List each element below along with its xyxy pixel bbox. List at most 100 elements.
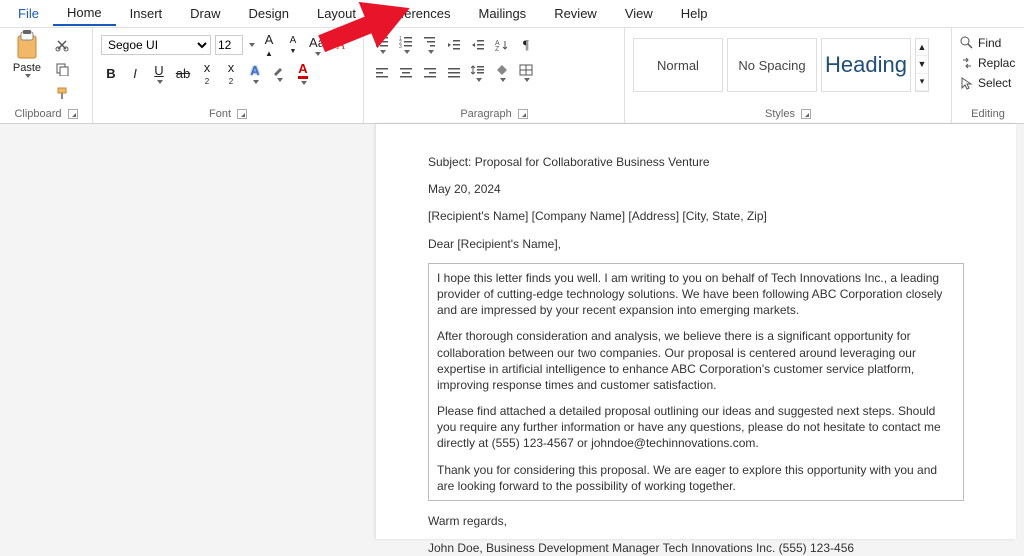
body-paragraph-4: Thank you for considering this proposal.…: [437, 462, 955, 494]
highlight-caret-icon: [277, 78, 283, 82]
styles-group-label: Styles: [765, 108, 795, 120]
find-button[interactable]: Find: [958, 34, 1003, 52]
menu-mailings[interactable]: Mailings: [465, 2, 541, 25]
menu-design[interactable]: Design: [235, 2, 303, 25]
align-left-button[interactable]: [372, 62, 392, 84]
styles-dialog-launcher-icon[interactable]: [801, 109, 811, 119]
paste-label: Paste: [13, 62, 41, 74]
signature-line: John Doe, Business Development Manager T…: [428, 540, 964, 556]
menu-home[interactable]: Home: [53, 1, 116, 26]
body-paragraph-1: I hope this letter finds you well. I am …: [437, 270, 955, 319]
underline-button[interactable]: U: [149, 62, 169, 84]
group-clipboard: Paste Clipboard: [0, 28, 92, 123]
gallery-up-icon[interactable]: ▲: [916, 39, 928, 56]
gallery-more-icon[interactable]: ▾: [916, 74, 928, 91]
increase-indent-button[interactable]: [468, 34, 488, 56]
replace-icon: [960, 56, 974, 70]
menu-file[interactable]: File: [4, 2, 53, 25]
underline-caret-icon: [157, 80, 163, 84]
clipboard-group-label: Clipboard: [14, 108, 61, 120]
menu-review[interactable]: Review: [540, 2, 611, 25]
gallery-down-icon[interactable]: ▼: [916, 56, 928, 73]
styles-gallery-scroll: ▲ ▼ ▾: [915, 38, 929, 92]
subscript-button[interactable]: x2: [197, 62, 217, 84]
paste-caret-icon: [25, 74, 31, 78]
superscript-button[interactable]: x2: [221, 62, 241, 84]
svg-text:3: 3: [399, 44, 402, 48]
paste-button[interactable]: Paste: [6, 30, 48, 78]
menu-layout[interactable]: Layout: [303, 2, 370, 25]
sort-button[interactable]: AZ: [492, 34, 512, 56]
font-size-input[interactable]: [215, 35, 243, 55]
closing-line: Warm regards,: [428, 513, 964, 529]
line-spacing-button[interactable]: [468, 62, 488, 84]
multilevel-caret-icon: [428, 50, 434, 54]
borders-button[interactable]: [516, 62, 536, 84]
copy-button[interactable]: [52, 58, 72, 80]
salutation-line: Dear [Recipient's Name],: [428, 236, 964, 252]
borders-caret-icon: [524, 78, 530, 82]
group-paragraph: 123 AZ ¶: [364, 28, 624, 123]
menu-references[interactable]: References: [370, 2, 464, 25]
increase-font-button[interactable]: A▲: [259, 34, 279, 56]
menu-help[interactable]: Help: [667, 2, 722, 25]
font-color-button[interactable]: A: [293, 62, 313, 84]
highlight-color-button[interactable]: [269, 62, 289, 84]
style-heading[interactable]: Heading: [821, 38, 911, 92]
shading-button[interactable]: [492, 62, 512, 84]
numbering-button[interactable]: 123: [396, 34, 416, 56]
clear-formatting-button[interactable]: A: [331, 34, 351, 56]
recipient-line: [Recipient's Name] [Company Name] [Addre…: [428, 208, 964, 224]
document-area: Subject: Proposal for Collaborative Busi…: [0, 124, 1024, 539]
align-right-button[interactable]: [420, 62, 440, 84]
editing-group-label: Editing: [971, 108, 1005, 120]
style-no-spacing[interactable]: No Spacing: [727, 38, 817, 92]
replace-button[interactable]: Replac: [958, 54, 1017, 72]
align-center-button[interactable]: [396, 62, 416, 84]
bullets-button[interactable]: [372, 34, 392, 56]
paragraph-group-label: Paragraph: [460, 108, 511, 120]
font-size-caret-icon: [249, 43, 255, 47]
show-marks-button[interactable]: ¶: [516, 34, 536, 56]
menu-insert[interactable]: Insert: [116, 2, 177, 25]
justify-button[interactable]: [444, 62, 464, 84]
case-caret-icon: [315, 52, 321, 56]
bold-button[interactable]: B: [101, 62, 121, 84]
group-styles: Normal No Spacing Heading ▲ ▼ ▾ Styles: [625, 28, 951, 123]
body-paragraph-3: Please find attached a detailed proposal…: [437, 403, 955, 452]
paragraph-dialog-launcher-icon[interactable]: [518, 109, 528, 119]
document-page[interactable]: Subject: Proposal for Collaborative Busi…: [376, 124, 1016, 539]
select-button[interactable]: Select: [958, 74, 1013, 92]
shading-caret-icon: [500, 78, 506, 82]
date-line: May 20, 2024: [428, 181, 964, 197]
text-effects-button[interactable]: A: [245, 62, 265, 84]
font-name-select[interactable]: Segoe UI: [101, 35, 211, 55]
body-paragraph-2: After thorough consideration and analysi…: [437, 328, 955, 393]
select-icon: [960, 76, 974, 90]
selected-body-block: I hope this letter finds you well. I am …: [428, 263, 964, 501]
group-font: Segoe UI A▲ A▼ Aa A B I U ab x2 x2 A: [93, 28, 363, 123]
decrease-indent-button[interactable]: [444, 34, 464, 56]
font-color-caret-icon: [301, 81, 307, 85]
group-editing: Find Replac Select Editing: [952, 28, 1024, 123]
ribbon: Paste Clipboard: [0, 28, 1024, 124]
cut-button[interactable]: [52, 34, 72, 56]
find-icon: [960, 36, 974, 50]
italic-button[interactable]: I: [125, 62, 145, 84]
menu-draw[interactable]: Draw: [176, 2, 234, 25]
spacing-caret-icon: [476, 78, 482, 82]
decrease-font-button[interactable]: A▼: [283, 34, 303, 56]
format-painter-button[interactable]: [52, 82, 72, 104]
clipboard-dialog-launcher-icon[interactable]: [68, 109, 78, 119]
strikethrough-button[interactable]: ab: [173, 62, 193, 84]
svg-text:Z: Z: [495, 46, 500, 51]
change-case-button[interactable]: Aa: [307, 34, 327, 56]
font-dialog-launcher-icon[interactable]: [237, 109, 247, 119]
numbering-caret-icon: [404, 50, 410, 54]
multilevel-list-button[interactable]: [420, 34, 440, 56]
menubar: File Home Insert Draw Design Layout Refe…: [0, 0, 1024, 28]
style-normal[interactable]: Normal: [633, 38, 723, 92]
menu-view[interactable]: View: [611, 2, 667, 25]
font-group-label: Font: [209, 108, 231, 120]
styles-gallery: Normal No Spacing Heading ▲ ▼ ▾: [633, 36, 929, 94]
